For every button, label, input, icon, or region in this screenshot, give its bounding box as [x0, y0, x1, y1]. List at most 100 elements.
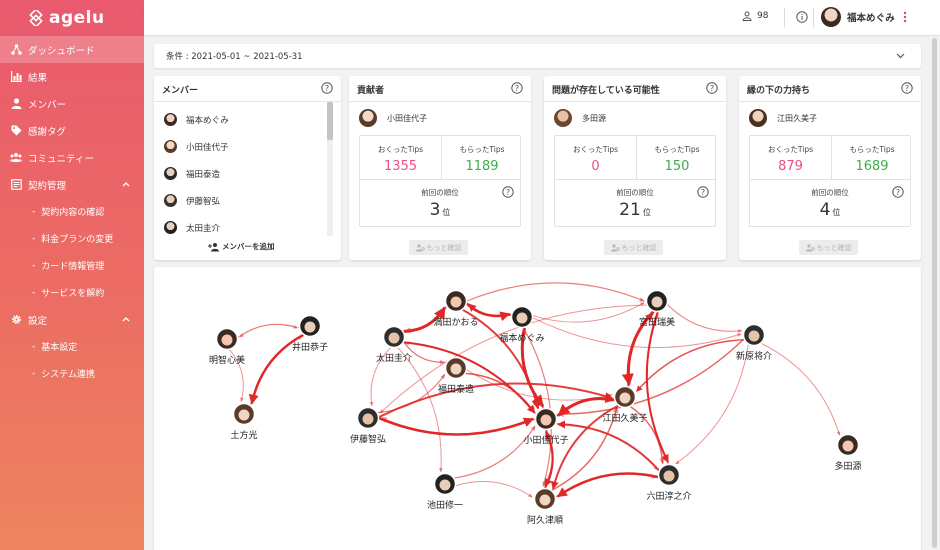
stat-value: 0: [591, 159, 600, 174]
stat-label: もらったTips: [459, 145, 505, 154]
rank-unit: 位: [642, 208, 651, 217]
add-member-button[interactable]: メンバーを追加: [208, 241, 275, 252]
list-item[interactable]: 福本めぐみ: [154, 106, 332, 133]
person[interactable]: 小田佳代子: [359, 109, 427, 127]
node-face: [663, 470, 675, 482]
svg-text:?: ?: [701, 188, 705, 197]
network-node[interactable]: 江田久美子: [602, 385, 648, 425]
topbar: 98 福本めぐみ: [144, 0, 940, 36]
node-label: 小田佳代子: [523, 434, 568, 446]
see-more-label: もっと確認: [621, 243, 657, 252]
sidebar-item-thanks-tags[interactable]: 感謝タグ: [0, 117, 144, 144]
rank-value: 3: [429, 200, 441, 220]
network-node[interactable]: 池田修一: [427, 472, 463, 512]
chevron-down-icon[interactable]: [896, 52, 905, 62]
help-icon[interactable]: ?: [511, 82, 523, 97]
sidebar-item-dashboard[interactable]: ダッシュボード: [0, 36, 144, 63]
scrollbar-thumb[interactable]: [932, 38, 937, 548]
network-node[interactable]: 井田恭子: [292, 314, 328, 354]
svg-text:?: ?: [506, 188, 510, 197]
stat-value: 1189: [465, 159, 499, 174]
list-item[interactable]: 小田佳代子: [154, 133, 332, 160]
network-edge: [667, 304, 743, 334]
node-face: [748, 330, 760, 342]
info-icon[interactable]: [796, 11, 808, 26]
more-vertical-icon[interactable]: [903, 11, 907, 26]
sidebar-subitem-basic-settings[interactable]: - 基本設定: [0, 333, 144, 360]
sidebar-item-community[interactable]: コミュニティー: [0, 144, 144, 171]
node-label: 太田圭介: [376, 352, 412, 364]
node-label: 阿久津順: [527, 514, 563, 526]
network-node[interactable]: 宮田瑞美: [639, 289, 675, 329]
rank-unit: 位: [832, 208, 841, 217]
see-more-button[interactable]: もっと確認: [604, 240, 663, 255]
network-node[interactable]: 阿久津順: [527, 487, 563, 527]
network-node[interactable]: 福本めぐみ: [499, 305, 545, 345]
previous-rank: 前回の順位 3位 ?: [360, 179, 520, 227]
network-edge: [675, 344, 749, 465]
member-name: 小田佳代子: [186, 142, 229, 153]
scrollbar[interactable]: [327, 102, 333, 236]
sidebar-item-label: コミュニティー: [28, 153, 94, 165]
sidebar-subitem-card-info[interactable]: - カード情報管理: [0, 252, 144, 279]
network-node[interactable]: 多田源: [834, 433, 862, 473]
svg-text:?: ?: [896, 188, 900, 197]
user-menu[interactable]: 福本めぐみ: [821, 7, 895, 27]
person-icon: [10, 98, 22, 110]
network-node[interactable]: 新原将介: [736, 323, 772, 363]
network-node[interactable]: 六田淳之介: [646, 463, 692, 503]
page-scrollbar[interactable]: [929, 36, 940, 550]
node-face: [238, 409, 250, 421]
person[interactable]: 江田久美子: [749, 109, 817, 127]
filter-bar[interactable]: 条件 : 2021-05-01 ~ 2021-05-31: [154, 44, 921, 68]
sidebar-item-contract[interactable]: 契約管理: [0, 171, 144, 198]
card-title: メンバー: [162, 86, 199, 96]
avatar: [821, 7, 841, 27]
see-more-button[interactable]: もっと確認: [799, 240, 858, 255]
network-edge: [405, 341, 537, 415]
sidebar-subitem-cancel-service[interactable]: - サービスを解約: [0, 279, 144, 306]
stat-label: もらったTips: [654, 145, 700, 154]
network-graph[interactable]: 明智心美 井田恭子 土方光 太田圭介 満田かおる 福本めぐみ 福田泰造 伊藤智弘 小田佳代子 宮田…: [154, 267, 921, 550]
person[interactable]: 多田源: [554, 109, 606, 127]
avatar: [749, 109, 767, 127]
app-logo[interactable]: agelu: [0, 0, 144, 36]
see-more-button[interactable]: もっと確認: [409, 240, 468, 255]
help-icon[interactable]: ?: [321, 82, 333, 97]
sidebar-item-members[interactable]: メンバー: [0, 90, 144, 117]
list-item[interactable]: 福田泰造: [154, 160, 332, 187]
stats-box: おくったTips 0 もらったTips 150 前回の順位 21 位 ?: [554, 135, 716, 227]
svg-text:?: ?: [515, 84, 519, 93]
list-item[interactable]: 太田圭介: [154, 214, 332, 236]
node-face: [619, 392, 631, 404]
avatar: [164, 113, 177, 126]
help-icon[interactable]: ?: [901, 82, 913, 97]
network-edge: [380, 417, 536, 436]
help-icon[interactable]: ?: [892, 186, 904, 201]
help-icon[interactable]: ?: [706, 82, 718, 97]
node-label: 新原将介: [736, 350, 772, 362]
scrollbar-thumb[interactable]: [327, 102, 333, 140]
node-label: 多田源: [834, 460, 861, 472]
sidebar-subitem-system-integration[interactable]: - システム連携: [0, 360, 144, 387]
sidebar-item-settings[interactable]: 設定: [0, 306, 144, 333]
node-label: 福本めぐみ: [499, 332, 544, 344]
stat-label: おくったTips: [572, 145, 619, 154]
network-node[interactable]: 土方光: [230, 402, 258, 442]
help-icon[interactable]: ?: [697, 186, 709, 201]
help-icon[interactable]: ?: [502, 186, 514, 201]
node-face: [842, 440, 854, 452]
card-title: 問題が存在している可能性: [552, 86, 660, 96]
sidebar-item-label: 感謝タグ: [28, 126, 67, 138]
sidebar-subitem-plan-change[interactable]: - 料金プランの変更: [0, 225, 144, 252]
sidebar-subitem-label: カード情報管理: [41, 262, 105, 272]
person-search-icon: [805, 243, 815, 251]
node-face: [304, 321, 316, 333]
node-label: 満田かおる: [433, 317, 478, 328]
document-icon: [10, 179, 22, 191]
sidebar-item-results[interactable]: 結果: [0, 63, 144, 90]
previous-rank: 前回の順位 4位 ?: [750, 179, 910, 227]
list-item[interactable]: 伊藤智弘: [154, 187, 332, 214]
network-node[interactable]: 明智心美: [209, 327, 245, 367]
sidebar-subitem-contract-details[interactable]: - 契約内容の確認: [0, 198, 144, 225]
